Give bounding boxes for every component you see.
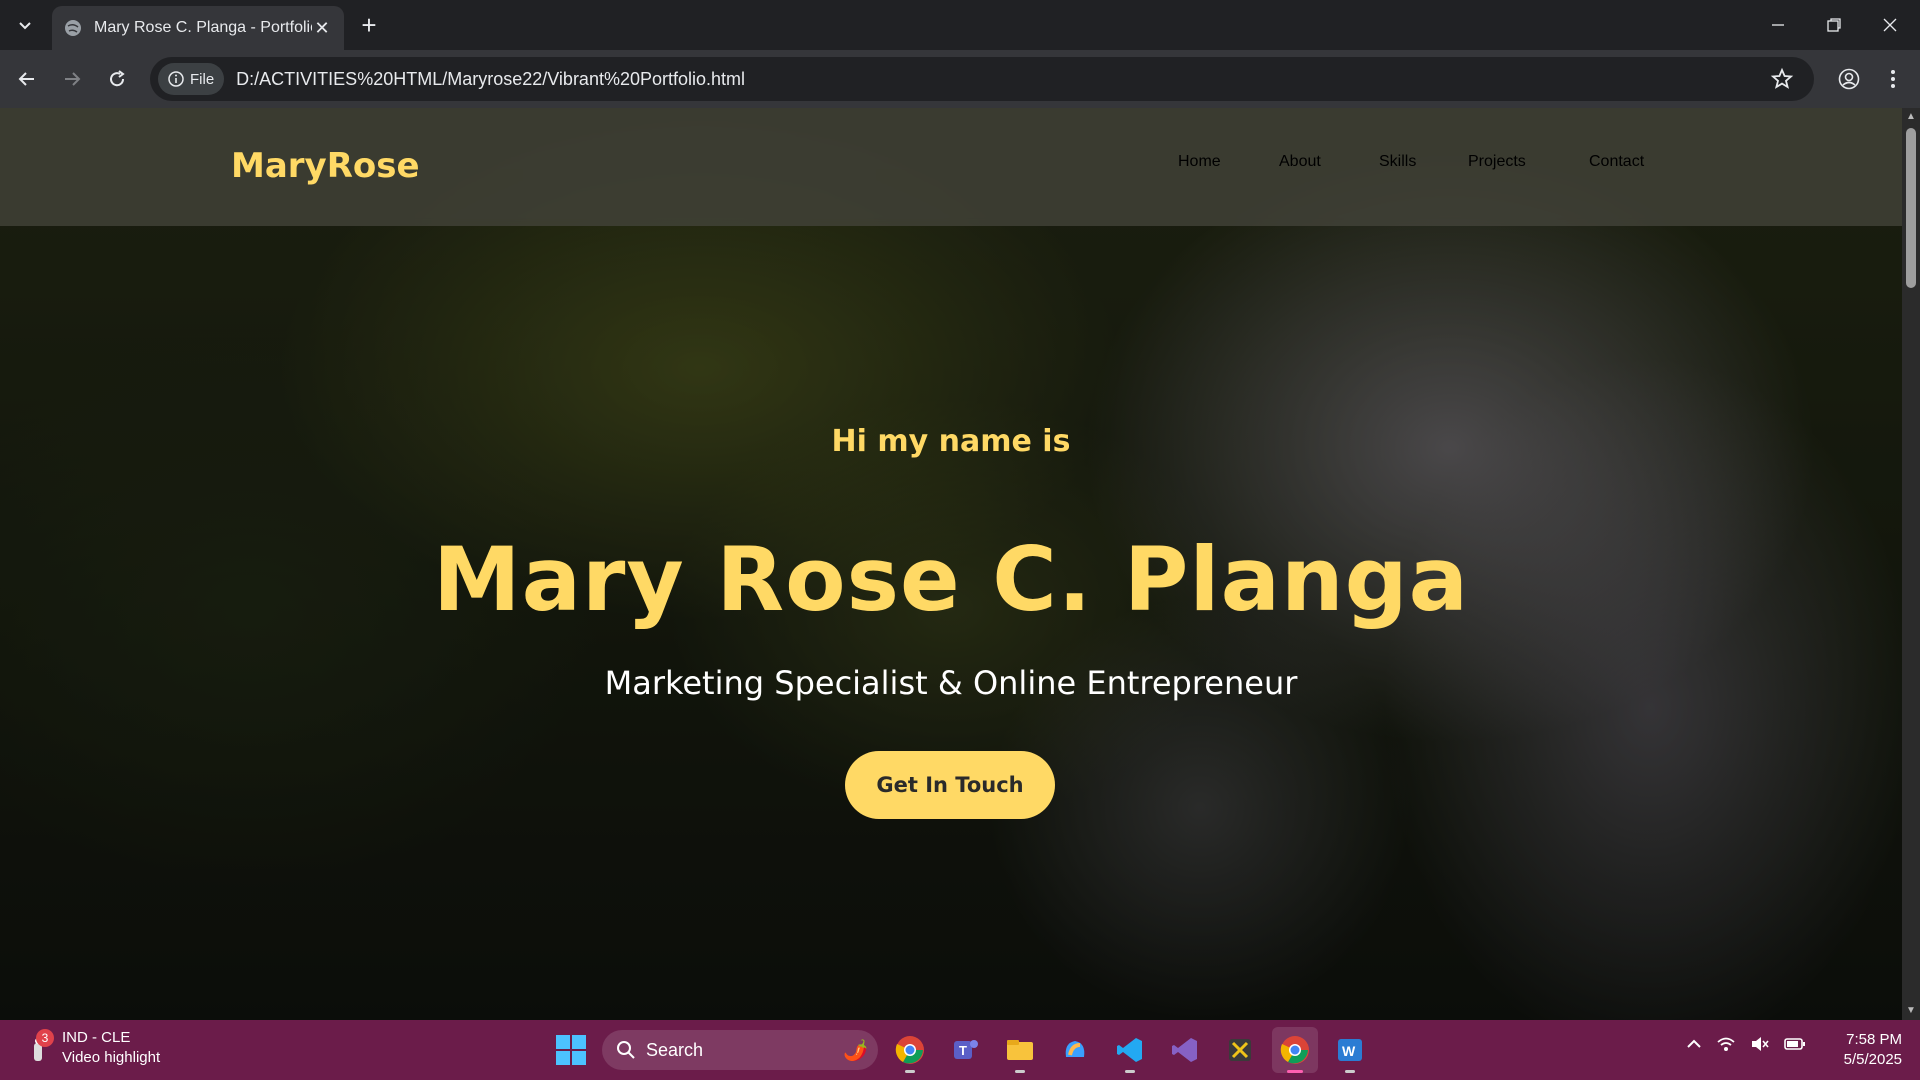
close-window-button[interactable] <box>1862 0 1918 50</box>
new-tab-button[interactable]: + <box>352 10 386 40</box>
address-bar[interactable]: File D:/ACTIVITIES%20HTML/Maryrose22/Vib… <box>150 57 1814 101</box>
clock-time: 7:58 PM <box>1846 1031 1902 1048</box>
nav-projects[interactable]: Projects <box>1468 153 1526 171</box>
chevron-down-icon <box>19 22 31 30</box>
running-indicator <box>905 1070 915 1073</box>
get-in-touch-button[interactable]: Get In Touch <box>845 751 1055 819</box>
search-label: Search <box>646 1039 704 1060</box>
clock-date: 5/5/2025 <box>1843 1051 1902 1068</box>
running-indicator <box>1015 1070 1025 1073</box>
close-icon <box>1883 18 1897 32</box>
file-explorer-icon[interactable] <box>997 1027 1043 1073</box>
info-icon <box>168 71 184 87</box>
nav-skills[interactable]: Skills <box>1379 153 1416 171</box>
active-tab[interactable]: Mary Rose C. Planga - Portfolio ✕ <box>52 6 344 50</box>
reload-button[interactable] <box>100 62 134 96</box>
chrome-active-icon[interactable] <box>1272 1027 1318 1073</box>
account-icon <box>1838 68 1860 90</box>
svg-text:T: T <box>959 1043 967 1058</box>
site-header: MaryRose Home About Skills Projects Cont… <box>0 108 1902 226</box>
nav-about[interactable]: About <box>1279 153 1321 171</box>
hero-name: Mary Rose C. Planga <box>433 528 1469 631</box>
scroll-down-icon[interactable]: ▼ <box>1906 1006 1916 1016</box>
battery-icon[interactable] <box>1784 1034 1806 1054</box>
tab-search-button[interactable] <box>8 10 42 40</box>
running-indicator <box>1125 1070 1135 1073</box>
hero-greeting: Hi my name is <box>831 424 1071 459</box>
nav-contact[interactable]: Contact <box>1589 153 1644 171</box>
word-icon[interactable]: W <box>1327 1027 1373 1073</box>
cricket-icon: 3 <box>24 1029 58 1065</box>
chevron-up-icon[interactable] <box>1686 1036 1702 1052</box>
scroll-up-icon[interactable]: ▲ <box>1906 112 1916 122</box>
arrow-right-icon <box>65 72 81 86</box>
site-info-chip[interactable]: File <box>158 63 225 95</box>
globe-icon <box>65 20 81 36</box>
svg-text:W: W <box>1342 1043 1356 1059</box>
copilot-icon[interactable] <box>1052 1027 1098 1073</box>
active-indicator <box>1287 1070 1303 1073</box>
taskbar-search[interactable]: Search 🌶️ <box>602 1030 878 1070</box>
chrome-icon[interactable] <box>887 1027 933 1073</box>
search-icon <box>617 1041 635 1059</box>
snipping-tool-icon[interactable] <box>1217 1027 1263 1073</box>
site-info-label: File <box>190 70 215 88</box>
system-tray <box>1686 1034 1806 1054</box>
tab-title: Mary Rose C. Planga - Portfolio <box>94 19 312 36</box>
start-button[interactable] <box>548 1027 594 1073</box>
hero-role: Marketing Specialist & Online Entreprene… <box>604 664 1298 702</box>
page-scrollbar[interactable]: ▲ ▼ <box>1902 108 1920 1020</box>
teams-icon[interactable]: T <box>942 1027 988 1073</box>
windows-taskbar: 3 IND - CLE Video highlight Search 🌶️ T <box>0 1020 1920 1080</box>
profile-button[interactable] <box>1832 62 1866 96</box>
back-button[interactable] <box>10 62 44 96</box>
close-tab-icon[interactable]: ✕ <box>312 18 332 38</box>
reload-icon <box>110 70 125 87</box>
arrow-left-icon <box>18 72 34 86</box>
taskbar-apps: Search 🌶️ T W <box>548 1026 1373 1074</box>
browser-menu-button[interactable] <box>1876 62 1910 96</box>
windows-logo-icon <box>556 1035 586 1065</box>
scroll-thumb[interactable] <box>1906 128 1916 288</box>
vscode-icon[interactable] <box>1107 1027 1153 1073</box>
running-indicator <box>1345 1070 1355 1073</box>
search-highlight-icon: 🌶️ <box>843 1039 868 1062</box>
volume-muted-icon[interactable] <box>1750 1034 1770 1054</box>
notification-badge: 3 <box>36 1029 54 1047</box>
visual-studio-icon[interactable] <box>1162 1027 1208 1073</box>
forward-button[interactable] <box>55 62 89 96</box>
restore-icon <box>1827 18 1841 32</box>
weather-widget[interactable]: 3 IND - CLE Video highlight <box>24 1028 160 1068</box>
bookmark-star-icon[interactable] <box>1770 67 1794 91</box>
taskbar-clock[interactable]: 7:58 PM 5/5/2025 <box>1832 1030 1902 1070</box>
widget-subtitle: Video highlight <box>62 1049 161 1066</box>
site-logo[interactable]: MaryRose <box>231 146 420 186</box>
widget-title: IND - CLE <box>62 1029 131 1046</box>
url-text[interactable]: D:/ACTIVITIES%20HTML/Maryrose22/Vibrant%… <box>236 69 745 90</box>
more-vertical-icon <box>1891 70 1895 88</box>
tab-strip: Mary Rose C. Planga - Portfolio ✕ + <box>0 0 1920 50</box>
minimize-button[interactable] <box>1750 0 1806 50</box>
restore-button[interactable] <box>1806 0 1862 50</box>
wifi-icon[interactable] <box>1716 1034 1736 1054</box>
nav-home[interactable]: Home <box>1178 153 1221 171</box>
page-viewport: MaryRose Home About Skills Projects Cont… <box>0 108 1902 1020</box>
browser-toolbar: File D:/ACTIVITIES%20HTML/Maryrose22/Vib… <box>0 50 1920 108</box>
minimize-icon <box>1772 24 1784 26</box>
